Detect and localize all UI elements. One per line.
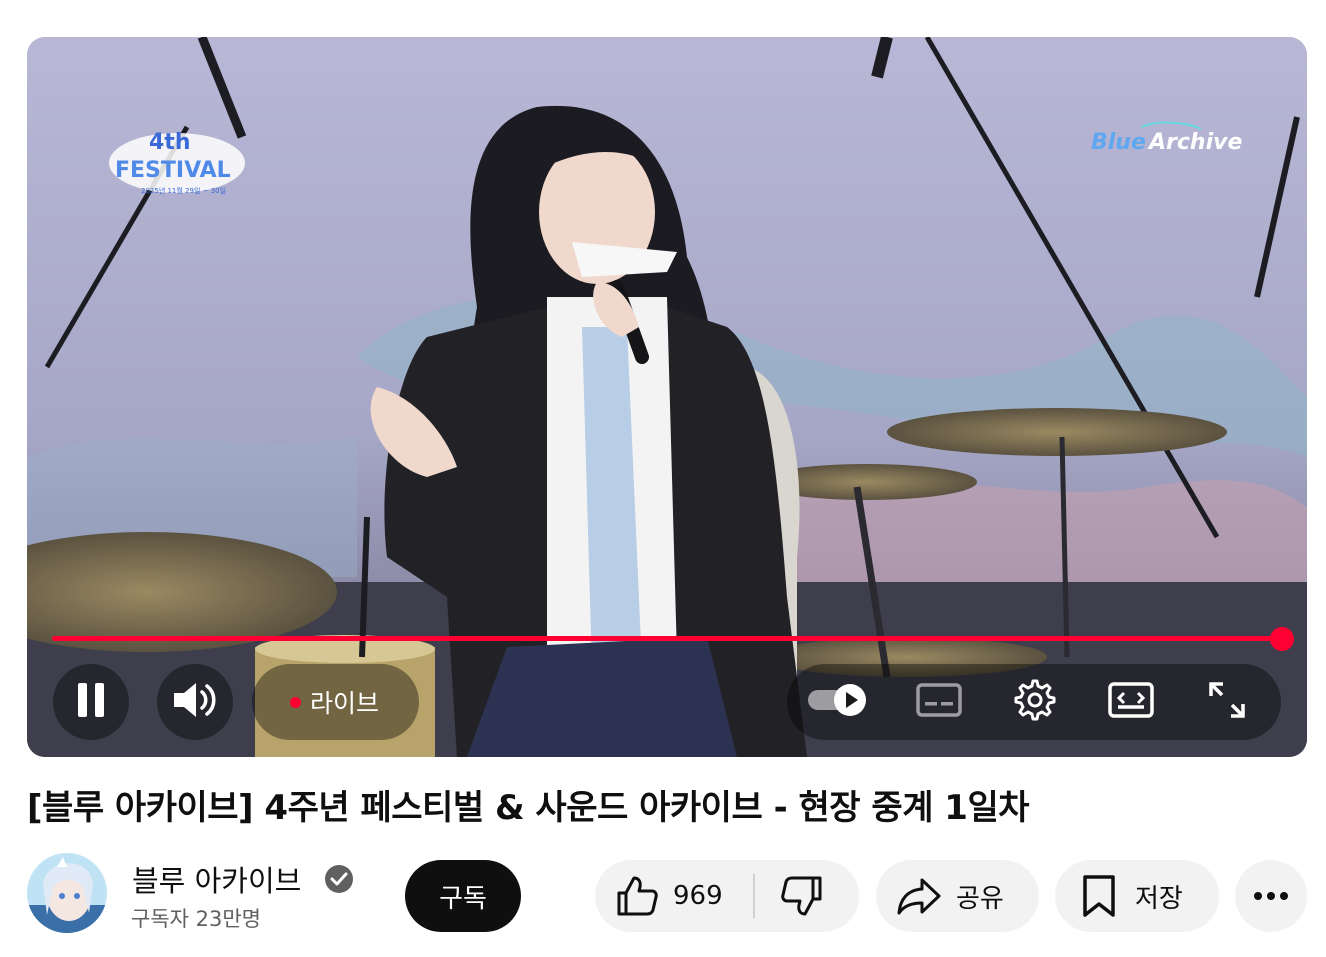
save-button[interactable]: 저장 — [1055, 860, 1219, 932]
live-badge[interactable]: 라이브 — [252, 664, 420, 740]
channel-name[interactable]: 블루 아카이브 — [132, 858, 301, 900]
svg-text:4th: 4th — [149, 130, 191, 155]
more-actions-button[interactable] — [1235, 860, 1307, 932]
progress-bar[interactable] — [52, 626, 1294, 651]
live-dot-icon — [290, 696, 301, 708]
like-button[interactable]: 969 — [595, 860, 753, 932]
video-player[interactable]: 4th FESTIVAL 2025년 11월 29일 ~ 30일 Blue Ar… — [27, 37, 1307, 757]
share-button[interactable]: 공유 — [876, 860, 1039, 932]
progress-scrubber[interactable] — [1270, 626, 1294, 651]
save-label: 저장 — [1135, 883, 1183, 914]
svg-text:Archive: Archive — [1147, 130, 1242, 155]
svg-text:2025년 11월 29일 ~ 30일: 2025년 11월 29일 ~ 30일 — [141, 186, 226, 195]
share-label: 공유 — [956, 883, 1004, 914]
fullscreen-icon — [1207, 680, 1247, 724]
dislike-button[interactable] — [755, 860, 859, 932]
settings-button[interactable] — [1011, 678, 1059, 726]
volume-button[interactable] — [157, 664, 233, 740]
live-label: 라이브 — [310, 689, 380, 718]
theater-mode-button[interactable] — [1107, 678, 1155, 726]
theater-mode-icon — [1108, 681, 1154, 723]
video-title: [블루 아카이브] 4주년 페스티벌 & 사운드 아카이브 - 현장 중계 1일… — [27, 788, 1030, 828]
volume-icon — [172, 680, 218, 724]
share-arrow-icon — [896, 876, 942, 916]
svg-text:Blue: Blue — [1091, 130, 1146, 155]
like-count: 969 — [673, 881, 723, 911]
autoplay-toggle[interactable] — [808, 678, 866, 726]
gear-icon — [1013, 678, 1057, 726]
captions-icon — [916, 682, 962, 722]
svg-text:FESTIVAL: FESTIVAL — [115, 158, 231, 183]
subscriber-count: 구독자 23만명 — [131, 907, 261, 931]
bookmark-icon — [1081, 874, 1117, 918]
fullscreen-button[interactable] — [1203, 678, 1251, 726]
right-controls — [787, 664, 1281, 740]
captions-button[interactable] — [915, 678, 963, 726]
more-horizontal-icon — [1253, 891, 1289, 901]
blue-archive-logo: Blue Archive — [1089, 119, 1249, 163]
channel-avatar[interactable] — [27, 853, 107, 933]
progress-fill — [52, 636, 1282, 641]
pause-button[interactable] — [53, 664, 129, 740]
thumbs-up-icon — [615, 874, 659, 918]
like-dislike-group: 969 — [595, 860, 859, 932]
subscribe-button[interactable]: 구독 — [405, 860, 521, 932]
verified-badge-icon — [322, 862, 356, 896]
autoplay-toggle-icon — [806, 682, 868, 722]
pause-icon — [74, 680, 108, 724]
festival-logo: 4th FESTIVAL 2025년 11월 29일 ~ 30일 — [107, 121, 277, 205]
thumbs-down-icon — [780, 874, 824, 918]
